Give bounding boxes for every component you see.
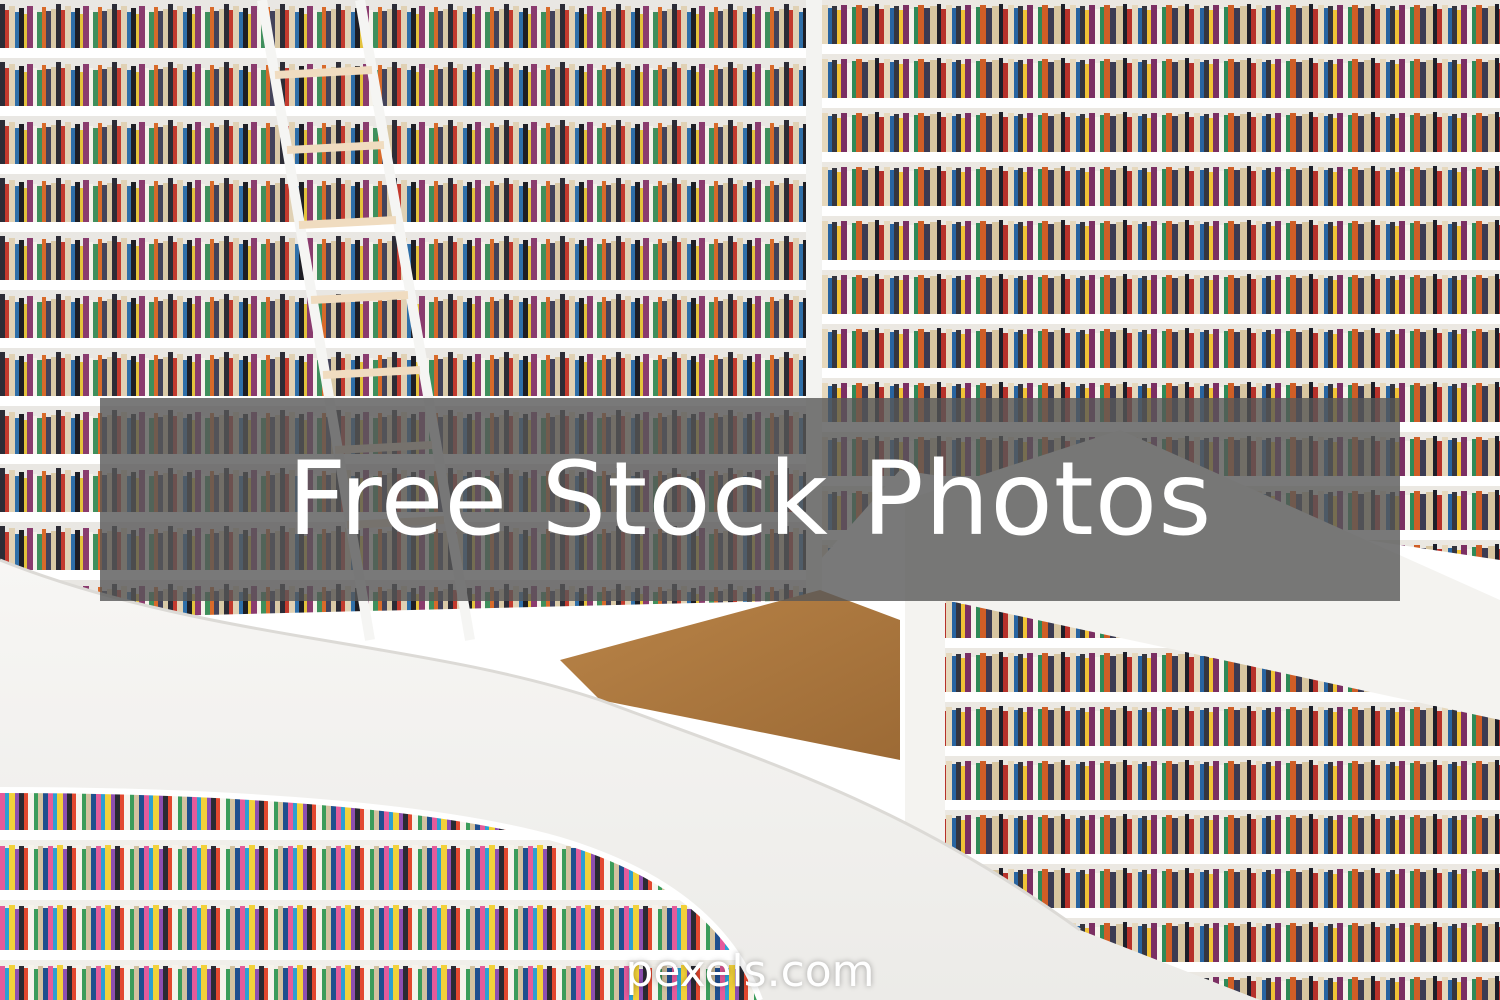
title-banner: Free Stock Photos — [100, 398, 1400, 601]
pexels-watermark: pexels.com — [625, 946, 875, 997]
title-text: Free Stock Photos — [287, 439, 1213, 559]
stock-photo-card: Free Stock Photos pexels.com — [0, 0, 1500, 1000]
